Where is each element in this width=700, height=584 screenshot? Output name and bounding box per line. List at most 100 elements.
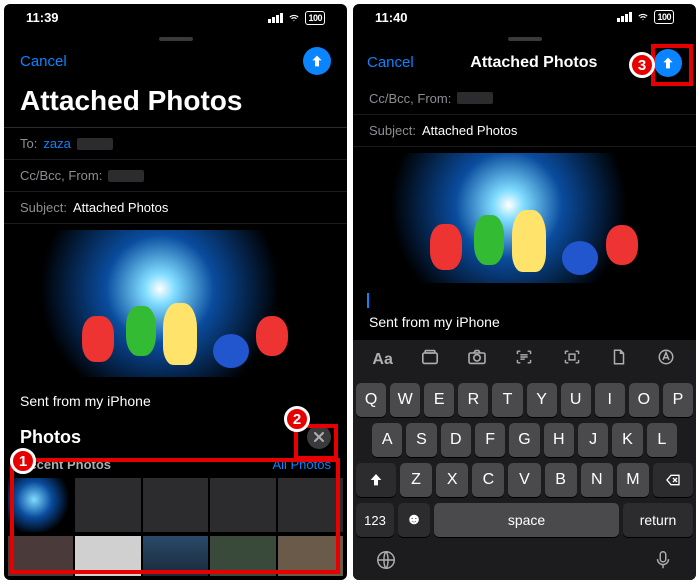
key-o[interactable]: O xyxy=(629,383,659,417)
key-backspace[interactable] xyxy=(653,463,693,497)
recent-photos-label: Recent Photos xyxy=(20,457,111,472)
key-s[interactable]: S xyxy=(406,423,436,457)
arrow-up-icon xyxy=(660,55,676,71)
key-c[interactable]: C xyxy=(472,463,504,497)
key-w[interactable]: W xyxy=(390,383,420,417)
nav-row: Cancel xyxy=(4,43,347,81)
subject-value: Attached Photos xyxy=(422,123,517,138)
key-e[interactable]: E xyxy=(424,383,454,417)
key-return[interactable]: return xyxy=(623,503,693,537)
key-j[interactable]: J xyxy=(578,423,608,457)
key-z[interactable]: Z xyxy=(400,463,432,497)
text-cursor xyxy=(367,293,369,308)
photo-thumbnails xyxy=(4,476,347,536)
battery-icon: 100 xyxy=(654,10,674,24)
signal-icon xyxy=(268,13,283,23)
key-v[interactable]: V xyxy=(508,463,540,497)
send-button[interactable] xyxy=(654,49,682,77)
send-button[interactable] xyxy=(303,47,331,75)
close-icon xyxy=(314,432,324,442)
thumb-photo-5[interactable] xyxy=(278,478,343,532)
key-r[interactable]: R xyxy=(458,383,488,417)
thumb-photo-4[interactable] xyxy=(210,478,275,532)
signature: Sent from my iPhone xyxy=(4,383,347,419)
subject-field[interactable]: Subject: Attached Photos xyxy=(4,192,347,224)
key-emoji[interactable]: ☻ xyxy=(398,503,430,537)
key-q[interactable]: Q xyxy=(356,383,386,417)
key-i[interactable]: I xyxy=(595,383,625,417)
markup-icon[interactable] xyxy=(651,348,681,371)
cc-field[interactable]: Cc/Bcc, From: xyxy=(4,160,347,192)
photos-title: Photos xyxy=(20,427,81,448)
attached-image[interactable] xyxy=(20,230,331,377)
to-field[interactable]: To: zaza xyxy=(4,128,347,160)
cc-label: Cc/Bcc, From: xyxy=(20,168,102,183)
battery-icon: 100 xyxy=(305,11,325,25)
key-t[interactable]: T xyxy=(492,383,522,417)
phone-left: 11:39 100 Cancel Attached Photos To: zaz… xyxy=(4,4,347,580)
key-n[interactable]: N xyxy=(581,463,613,497)
photo-thumbnails-2 xyxy=(4,536,347,580)
key-h[interactable]: H xyxy=(544,423,574,457)
keyboard-row-4: 123 ☻ space return xyxy=(356,503,693,537)
thumb-photo-2[interactable] xyxy=(75,478,140,532)
keyboard-row-2: A S D F G H J K L xyxy=(356,423,693,457)
thumb-photo-7[interactable] xyxy=(75,536,140,576)
key-f[interactable]: F xyxy=(475,423,505,457)
recent-photos-row: Recent Photos All Photos xyxy=(4,455,347,476)
phone-right: 11:40 100 Cancel Attached Photos Cc/Bcc,… xyxy=(353,4,696,580)
signature: Sent from my iPhone xyxy=(353,308,696,340)
status-time: 11:40 xyxy=(375,10,408,25)
keyboard: Q W E R T Y U I O P A S D F G H J K L Z … xyxy=(353,379,696,543)
scan-document-icon[interactable] xyxy=(557,349,587,370)
to-value: zaza xyxy=(43,136,70,151)
signal-icon xyxy=(617,12,632,22)
close-photos-button[interactable] xyxy=(307,425,331,449)
photos-section-header: Photos xyxy=(4,419,347,455)
cancel-button[interactable]: Cancel xyxy=(367,54,414,71)
format-text-button[interactable]: Aa xyxy=(368,351,398,369)
scan-text-icon[interactable] xyxy=(509,349,539,370)
key-shift[interactable] xyxy=(356,463,396,497)
key-k[interactable]: K xyxy=(612,423,642,457)
format-bar: Aa xyxy=(353,340,696,379)
key-p[interactable]: P xyxy=(663,383,693,417)
thumb-photo-6[interactable] xyxy=(8,536,73,576)
key-m[interactable]: M xyxy=(617,463,649,497)
thumb-photo-9[interactable] xyxy=(210,536,275,576)
cc-redacted xyxy=(108,170,144,182)
key-space[interactable]: space xyxy=(434,503,619,537)
arrow-up-icon xyxy=(309,53,325,69)
camera-icon[interactable] xyxy=(462,349,492,370)
cc-field[interactable]: Cc/Bcc, From: xyxy=(353,83,696,115)
key-g[interactable]: G xyxy=(509,423,539,457)
subject-field[interactable]: Subject: Attached Photos xyxy=(353,115,696,147)
key-123[interactable]: 123 xyxy=(356,503,394,537)
subject-label: Subject: xyxy=(20,200,67,215)
key-l[interactable]: L xyxy=(647,423,677,457)
key-x[interactable]: X xyxy=(436,463,468,497)
key-d[interactable]: D xyxy=(441,423,471,457)
thumb-photo-10[interactable] xyxy=(278,536,343,576)
key-a[interactable]: A xyxy=(372,423,402,457)
all-photos-button[interactable]: All Photos xyxy=(272,457,331,472)
key-b[interactable]: B xyxy=(545,463,577,497)
key-y[interactable]: Y xyxy=(527,383,557,417)
thumb-photo-1[interactable] xyxy=(8,478,73,532)
sheet-handle[interactable] xyxy=(508,37,542,41)
thumb-photo-8[interactable] xyxy=(143,536,208,576)
globe-icon[interactable] xyxy=(375,549,397,576)
keyboard-row-3: Z X C V B N M xyxy=(356,463,693,497)
thumb-photo-3[interactable] xyxy=(143,478,208,532)
cancel-button[interactable]: Cancel xyxy=(20,53,67,70)
status-time: 11:39 xyxy=(26,10,59,25)
attach-file-icon[interactable] xyxy=(604,348,634,371)
attached-image[interactable] xyxy=(367,153,682,283)
subject-label: Subject: xyxy=(369,123,416,138)
sheet-handle[interactable] xyxy=(159,37,193,41)
to-label: To: xyxy=(20,136,37,151)
key-u[interactable]: U xyxy=(561,383,591,417)
mic-icon[interactable] xyxy=(652,549,674,576)
cc-redacted xyxy=(457,92,493,104)
photo-library-icon[interactable] xyxy=(415,349,445,370)
